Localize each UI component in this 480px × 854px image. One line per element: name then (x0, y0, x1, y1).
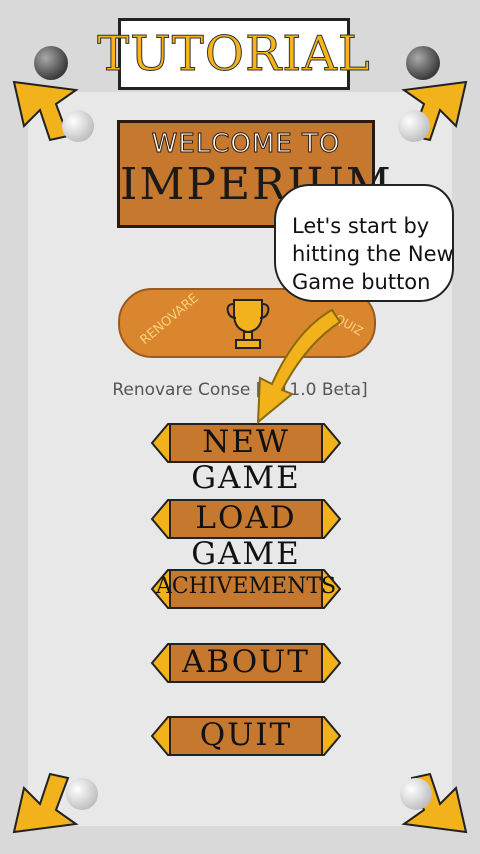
tutorial-tooltip: Let's start by hitting the New Game butt… (274, 184, 454, 302)
tutorial-title-card: TUTORIAL (97, 18, 370, 90)
menu-label: NEW GAME (191, 424, 301, 496)
pointer-arrow-icon (256, 308, 342, 425)
quit-button[interactable]: QUIT (150, 713, 342, 759)
logo-line1: WELCOME TO (151, 129, 341, 160)
pin-icon (398, 110, 430, 142)
menu-label: LOAD GAME (191, 500, 301, 572)
menu-label: QUIT (199, 717, 293, 753)
about-button[interactable]: ABOUT (150, 640, 342, 686)
pin-icon (406, 46, 440, 80)
menu-label: ACHIVEMENTS (155, 574, 337, 599)
pin-icon (400, 778, 432, 810)
menu-label: ABOUT (182, 644, 310, 680)
tutorial-title: TUTORIAL (97, 26, 371, 83)
badge-left-text: RENOVARE (137, 290, 202, 349)
pin-icon (62, 110, 94, 142)
pin-icon (66, 778, 98, 810)
pin-icon (34, 46, 68, 80)
achievements-button[interactable]: ACHIVEMENTS (150, 566, 342, 612)
tooltip-text: Let's start by hitting the New Game butt… (292, 214, 454, 294)
load-game-button[interactable]: LOAD GAME (150, 496, 342, 572)
